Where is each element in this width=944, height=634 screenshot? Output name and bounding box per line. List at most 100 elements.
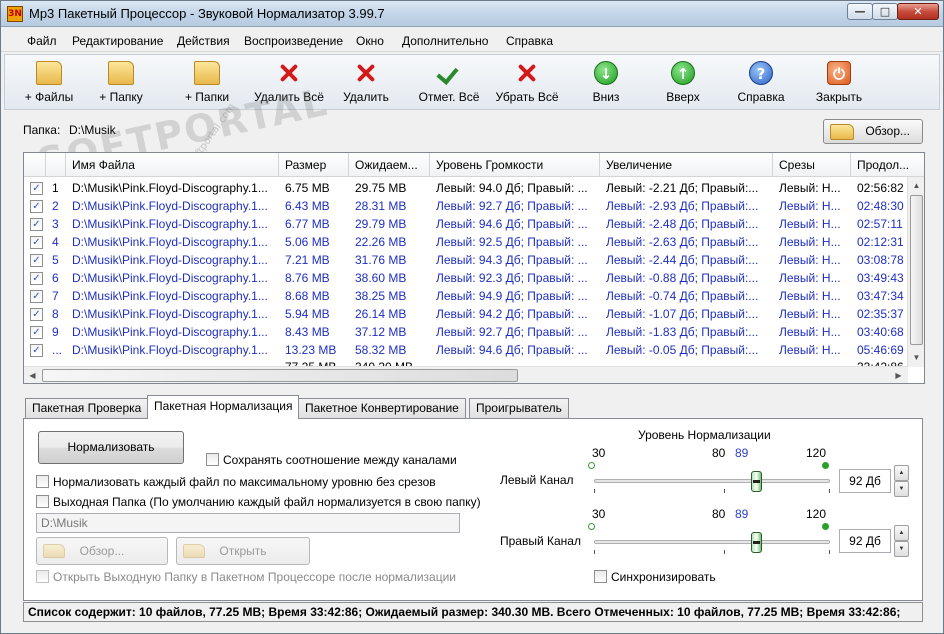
table-row[interactable]: ✓ 3 D:\Musik\Pink.Floyd-Discography.1... 6.… [24,215,908,233]
col-filename[interactable]: Имя Файла [66,153,279,177]
table-row[interactable]: ✓ 1 D:\Musik\Pink.Floyd-Discography.1... 6.… [24,179,908,197]
right-spin-down-icon[interactable]: ▼ [894,541,909,557]
row-checkbox[interactable]: ✓ [30,344,43,357]
cell-gain: Левый: -0.88 Дб; Правый:... [606,271,759,285]
maximize-button[interactable]: □ [872,3,898,20]
menu-edit[interactable]: Редактирование [72,34,163,48]
open-after-checkbox[interactable]: Открыть Выходную Папку в Пакетном Процес… [36,570,456,584]
horizontal-scroll-thumb[interactable] [42,369,518,382]
row-checkbox[interactable]: ✓ [30,290,43,303]
exit-button[interactable]: ⏻ Закрыть [811,55,867,109]
keep-ratio-checkbox[interactable]: Сохранять соотношение между каналами [206,453,457,467]
sync-box[interactable] [594,570,607,583]
tab-player[interactable]: Проигрыватель [469,398,569,418]
menu-actions[interactable]: Действия [177,34,230,48]
table-row[interactable]: ✓ 7 D:\Musik\Pink.Floyd-Discography.1... 8.… [24,287,908,305]
table-row[interactable]: ✓ 6 D:\Musik\Pink.Floyd-Discography.1... 8.… [24,269,908,287]
cell-file: D:\Musik\Pink.Floyd-Discography.1... [72,343,268,357]
menu-window[interactable]: Окно [356,34,384,48]
max-level-checkbox[interactable]: Нормализовать каждый файл по максимально… [36,475,436,489]
help-button[interactable]: ? Справка [733,55,789,109]
right-tick [829,550,830,554]
table-row[interactable]: ✓ 8 D:\Musik\Pink.Floyd-Discography.1... 5.… [24,305,908,323]
horizontal-scrollbar[interactable]: ◀ ▶ [24,366,908,383]
output-browse-button[interactable]: Обзор... [36,537,168,565]
cell-volume: Левый: 94.6 Дб; Правый: ... [436,343,588,357]
title-bar[interactable]: 3N Mp3 Пакетный Процессор - Звуковой Нор… [1,1,943,27]
app-icon: 3N [7,6,23,22]
scroll-right-icon[interactable]: ▶ [890,367,907,383]
sync-checkbox[interactable]: Синхронизировать [594,570,716,584]
row-checkbox[interactable]: ✓ [30,200,43,213]
cell-clips: Левый: Н... [779,307,841,321]
open-after-box[interactable] [36,570,49,583]
tab-batch-convert[interactable]: Пакетное Конвертирование [298,398,466,418]
table-row[interactable]: ✓ 2 D:\Musik\Pink.Floyd-Discography.1... 6.… [24,197,908,215]
right-slider-track[interactable] [594,540,830,544]
row-checkbox[interactable]: ✓ [30,326,43,339]
row-checkbox[interactable]: ✓ [30,254,43,267]
table-row[interactable]: ✓ 4 D:\Musik\Pink.Floyd-Discography.1... 5.… [24,233,908,251]
row-checkbox[interactable]: ✓ [30,308,43,321]
left-slider-knob[interactable] [751,471,762,492]
output-folder-box[interactable] [36,495,49,508]
move-up-button[interactable]: ↑ Вверх [657,55,709,109]
folder-browse-button[interactable]: Обзор... [823,119,923,144]
add-folder-label: + Папку [99,90,143,104]
left-level-spin[interactable]: 92 Дб [839,469,891,493]
delete-button[interactable]: Удалить [335,55,397,109]
row-checkbox[interactable]: ✓ [30,236,43,249]
status-bar: Список содержит: 10 файлов, 77.25 MB; Вр… [23,602,923,622]
menu-extra[interactable]: Дополнительно [402,34,488,48]
right-slider-knob[interactable] [751,532,762,553]
scroll-left-icon[interactable]: ◀ [24,367,41,383]
table-row[interactable]: ✓ 5 D:\Musik\Pink.Floyd-Discography.1... 7.… [24,251,908,269]
minimize-button[interactable]: — [847,3,873,20]
check-all-button[interactable]: Отмет. Всё [411,55,487,109]
left-scale-mid: 80 [712,446,726,460]
close-window-button[interactable]: ✕ [897,3,939,20]
menu-help[interactable]: Справка [506,34,553,48]
output-path-field[interactable]: D:\Musik [36,513,460,533]
scroll-up-icon[interactable]: ▲ [908,177,924,194]
table-row[interactable]: ✓... D:\Musik\Pink.Floyd-Discography.1...… [24,341,908,359]
keep-ratio-label: Сохранять соотношение между каналами [223,453,457,467]
app-window: 3N Mp3 Пакетный Процессор - Звуковой Нор… [0,0,944,634]
vertical-scrollbar[interactable]: ▲ ▼ [907,177,924,367]
scroll-down-icon[interactable]: ▼ [908,349,924,366]
table-row[interactable]: ✓ 9 D:\Musik\Pink.Floyd-Discography.1... 8.… [24,323,908,341]
move-down-button[interactable]: ↓ Вниз [581,55,631,109]
menu-playback[interactable]: Воспроизведение [244,34,343,48]
vertical-scroll-thumb[interactable] [910,195,923,345]
max-level-label: Нормализовать каждый файл по максимально… [53,475,436,489]
output-open-button[interactable]: Открыть [176,537,310,565]
add-folder-button[interactable]: + Папку [89,55,153,109]
col-num[interactable] [46,153,66,177]
col-volume[interactable]: Уровень Громкости [430,153,600,177]
row-checkbox[interactable]: ✓ [30,182,43,195]
left-spin-down-icon[interactable]: ▼ [894,481,909,497]
output-folder-checkbox[interactable]: Выходная Папка (По умолчанию каждый файл… [36,495,481,509]
col-gain[interactable]: Увеличение [600,153,773,177]
normalize-button[interactable]: Нормализовать [38,431,184,464]
col-expected[interactable]: Ожидаем... [349,153,430,177]
add-files-button[interactable]: + Файлы [21,55,77,109]
menu-file[interactable]: Файл [27,34,57,48]
row-checkbox[interactable]: ✓ [30,218,43,231]
uncheck-all-button[interactable]: Убрать Всё [489,55,565,109]
browse-folder-icon [43,544,65,558]
left-slider-track[interactable] [594,479,830,483]
left-spin-up-icon[interactable]: ▲ [894,465,909,481]
col-check[interactable] [24,153,46,177]
keep-ratio-box[interactable] [206,453,219,466]
col-duration[interactable]: Продол... [851,153,924,177]
row-checkbox[interactable]: ✓ [30,272,43,285]
tab-batch-normalize[interactable]: Пакетная Нормализация [147,395,300,419]
right-spin-up-icon[interactable]: ▲ [894,525,909,541]
col-clips[interactable]: Срезы [773,153,851,177]
tab-batch-check[interactable]: Пакетная Проверка [25,398,149,418]
right-level-spin[interactable]: 92 Дб [839,529,891,553]
max-level-box[interactable] [36,475,49,488]
col-size[interactable]: Размер [279,153,349,177]
cell-file: D:\Musik\Pink.Floyd-Discography.1... [72,325,268,339]
